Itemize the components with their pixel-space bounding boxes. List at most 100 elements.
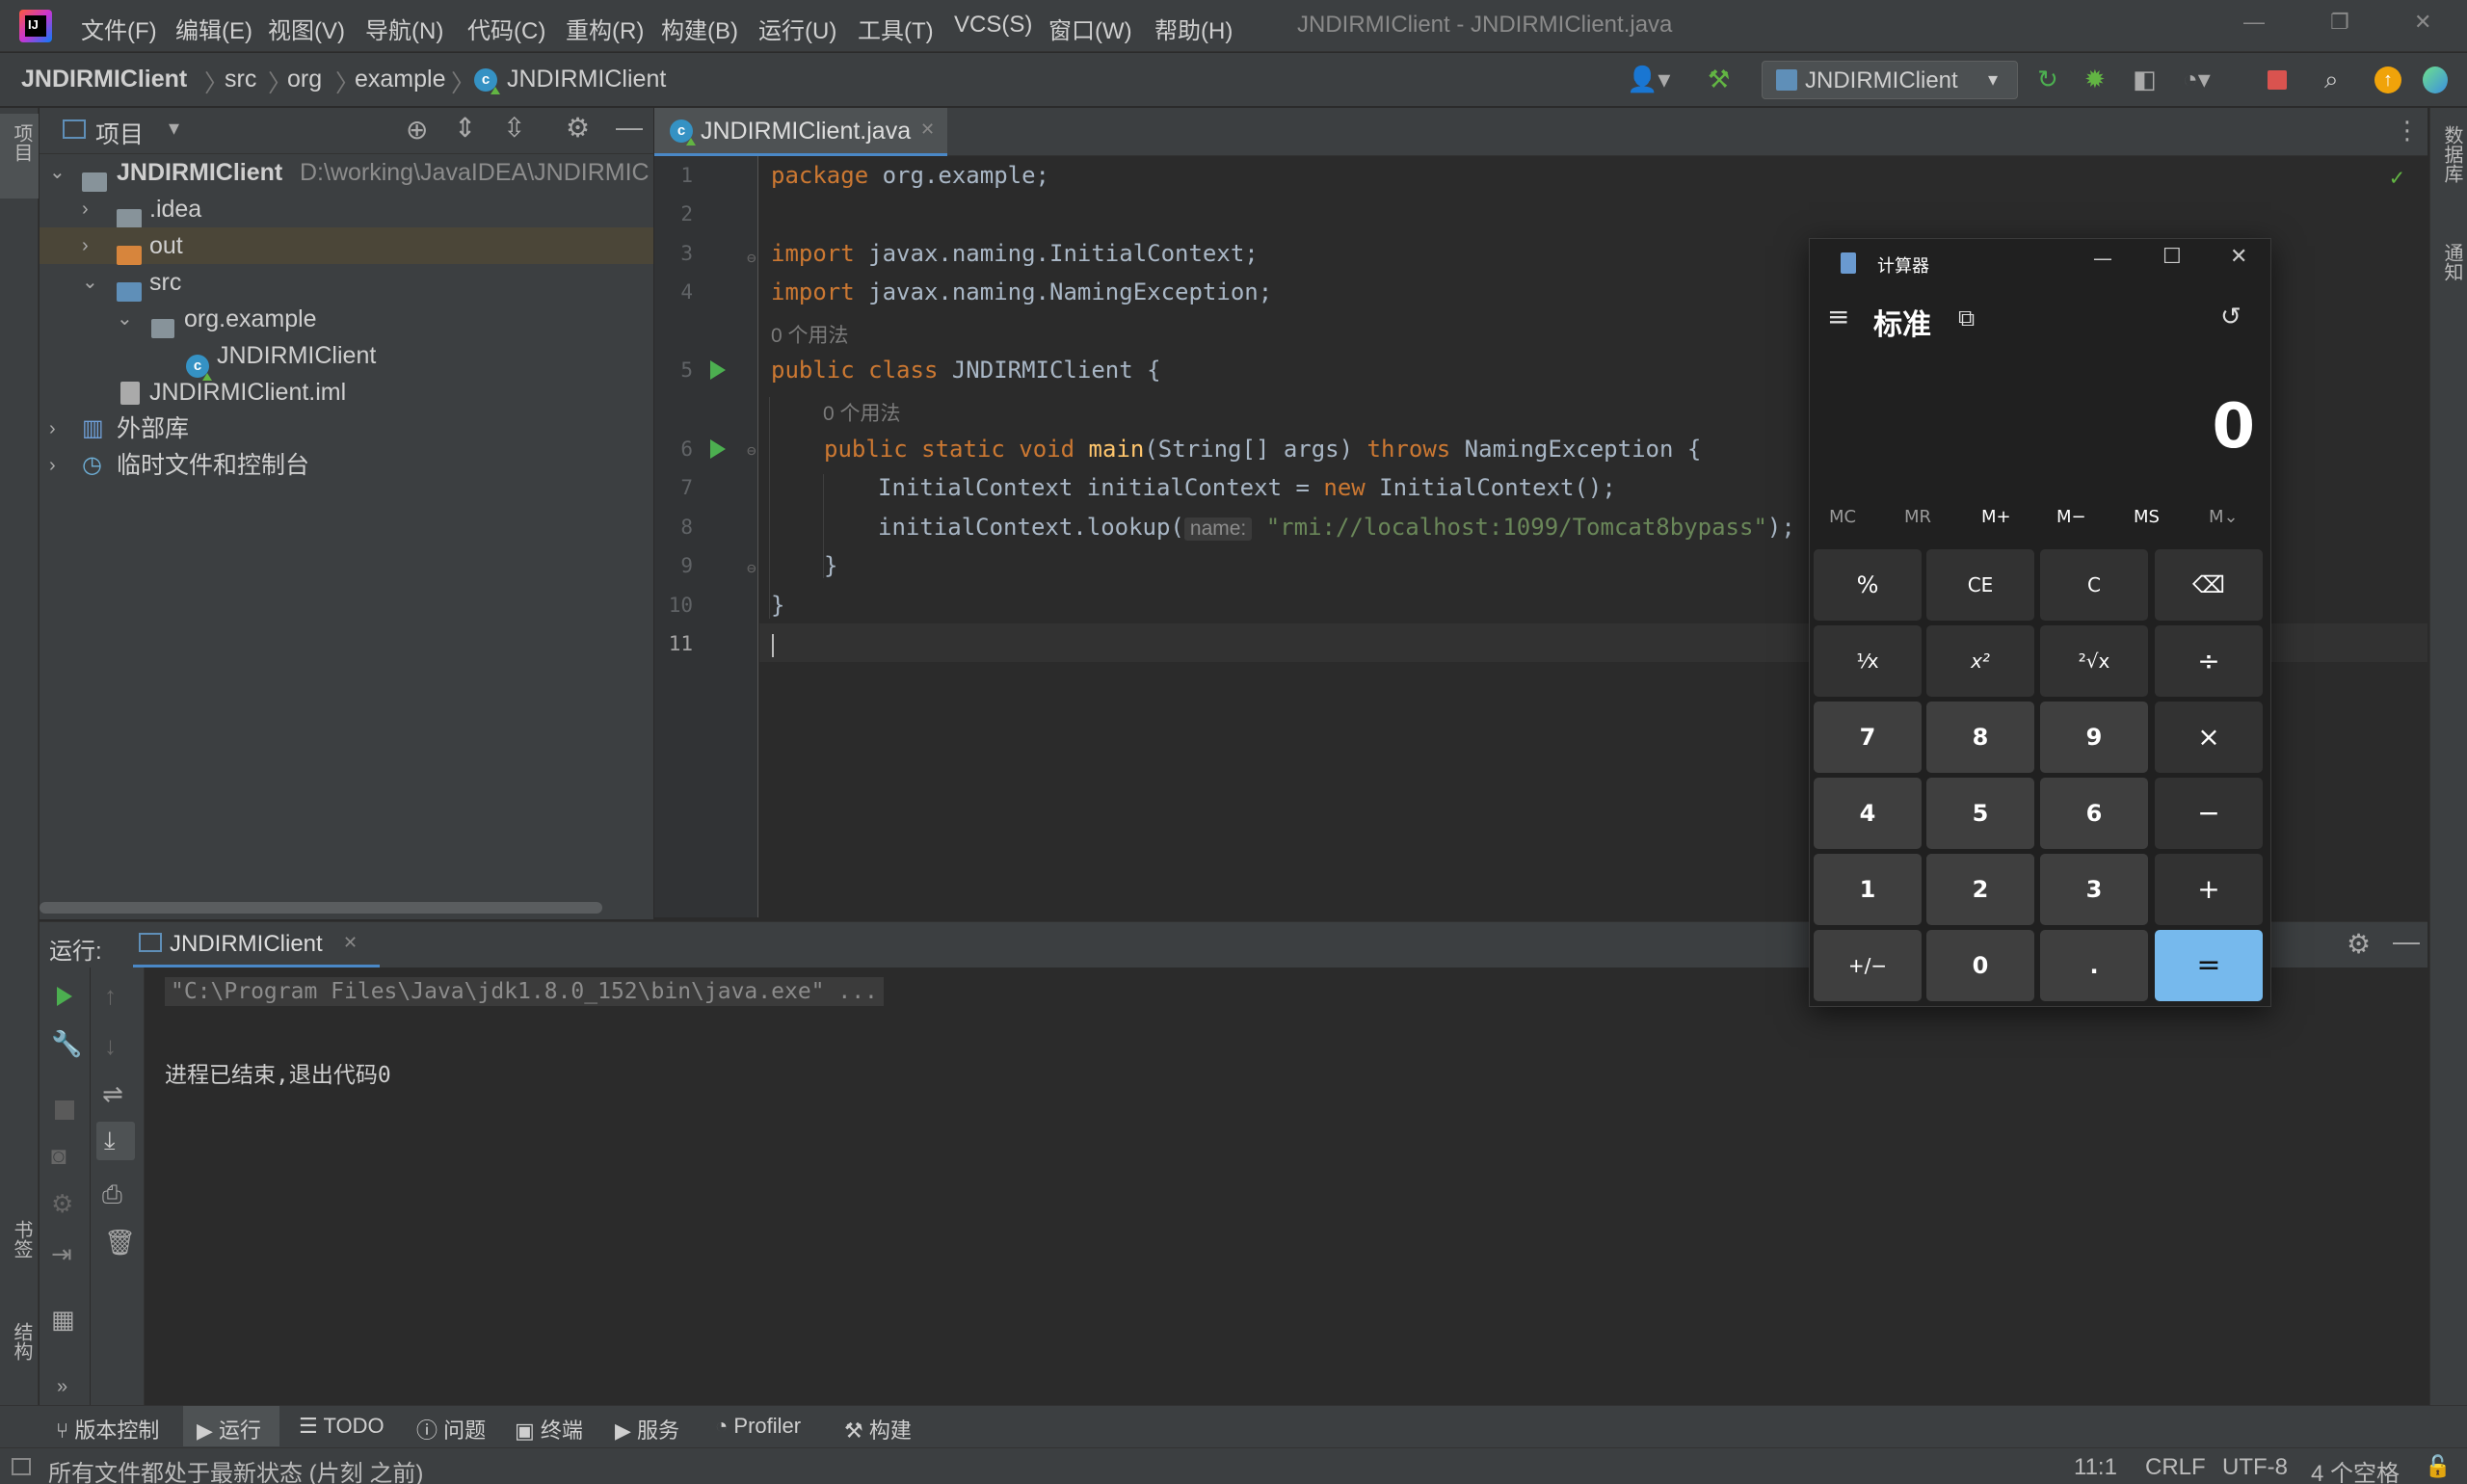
tree-item-iml[interactable]: JNDIRMIClient.iml (40, 374, 653, 411)
menu-vcs[interactable]: VCS(S) (954, 12, 1032, 39)
fold-icon[interactable]: ⊖ (747, 441, 756, 460)
line-separator[interactable]: CRLF (2145, 1454, 2206, 1481)
collapse-all-icon[interactable]: ⇳ (503, 112, 525, 144)
chevron-down-icon[interactable]: ⌄ (49, 154, 66, 191)
backspace-button[interactable]: ⌫ (2155, 549, 2263, 621)
breadcrumb-example[interactable]: example (355, 66, 446, 93)
user-icon[interactable]: 👤▾ (1627, 65, 1670, 94)
tree-item-src[interactable]: ⌄ src (40, 264, 653, 303)
equals-button[interactable]: = (2155, 930, 2263, 1001)
run-configuration-select[interactable]: JNDIRMIClient ▾ (1762, 61, 2018, 99)
add-button[interactable]: + (2155, 854, 2263, 925)
menu-window[interactable]: 窗口(W) (1048, 12, 1132, 45)
chevron-down-icon[interactable]: ⌄ (117, 301, 133, 337)
tree-item-external-libraries[interactable]: › ▥ 外部库 (40, 411, 653, 447)
digit-9-button[interactable]: 9 (2040, 702, 2148, 773)
gear-icon[interactable]: ⚙ (2347, 928, 2371, 960)
indent-setting[interactable]: 4 个空格 (2311, 1454, 2400, 1484)
tool-services[interactable]: ▶ 服务 (615, 1414, 679, 1444)
calculator-window[interactable]: 计算器 — ☐ ✕ ≡ 标准 ⧉ ↺ 0 MC MR M+ M− MS M⌄ %… (1809, 238, 2271, 1007)
clear-button[interactable]: C (2040, 549, 2148, 621)
chevron-right-icon[interactable]: › (49, 447, 56, 484)
status-panel-icon[interactable] (12, 1458, 31, 1475)
print-icon[interactable]: ⎙ (102, 1179, 122, 1210)
menu-navigate[interactable]: 导航(N) (365, 12, 443, 45)
breadcrumb-class[interactable]: JNDIRMIClient (507, 66, 666, 93)
profile-icon[interactable]: ◔▾ (2183, 65, 2211, 94)
keep-on-top-icon[interactable]: ⧉ (1958, 305, 1975, 331)
divide-button[interactable]: ÷ (2155, 625, 2263, 697)
soft-wrap-icon[interactable]: ⇌ (102, 1079, 123, 1109)
menu-view[interactable]: 视图(V) (268, 12, 345, 45)
horizontal-scrollbar[interactable] (40, 902, 602, 914)
tool-problems[interactable]: ⓘ 问题 (416, 1414, 486, 1444)
tree-item-scratches[interactable]: › ◷ 临时文件和控制台 (40, 447, 653, 484)
status-message[interactable]: 所有文件都处于最新状态 (片刻 之前) (48, 1454, 423, 1484)
wrench-icon[interactable]: 🔧 (51, 1029, 82, 1059)
debug-bug-icon[interactable]: ✹ (2084, 65, 2106, 94)
decimal-button[interactable]: . (2040, 930, 2148, 1001)
editor-tab[interactable]: c JNDIRMIClient.java ✕ (654, 108, 947, 156)
project-panel-title[interactable]: 项目 (95, 116, 144, 150)
menu-refactor[interactable]: 重构(R) (566, 12, 644, 45)
multiply-button[interactable]: × (2155, 702, 2263, 773)
bookmarks-tool-label[interactable]: 书签 (8, 1220, 36, 1259)
run-tab[interactable]: JNDIRMIClient ✕ (133, 921, 380, 967)
restore-icon[interactable]: ❐ (2330, 10, 2349, 35)
menu-code[interactable]: 代码(C) (467, 12, 545, 45)
run-main-icon[interactable] (710, 439, 726, 459)
exit-icon[interactable]: ⇥ (51, 1239, 72, 1269)
hide-panel-icon[interactable]: — (2393, 926, 2420, 957)
memory-clear-button[interactable]: MC (1829, 507, 1856, 527)
menu-build[interactable]: 构建(B) (661, 12, 738, 45)
square-root-button[interactable]: ²√x (2040, 625, 2148, 697)
rerun-icon[interactable]: ↻ (2037, 65, 2058, 94)
coverage-icon[interactable]: ◧ (2133, 65, 2157, 94)
build-hammer-icon[interactable]: ⚒ (1708, 65, 1730, 94)
percent-button[interactable]: % (1814, 549, 1922, 621)
digit-8-button[interactable]: 8 (1926, 702, 2034, 773)
digit-6-button[interactable]: 6 (2040, 778, 2148, 849)
expand-all-icon[interactable]: ⇕ (454, 112, 476, 144)
negate-button[interactable]: +/− (1814, 930, 1922, 1001)
rerun-icon[interactable] (57, 987, 72, 1006)
memory-list-button[interactable]: M⌄ (2209, 507, 2239, 527)
tree-item-package[interactable]: ⌄ org.example (40, 301, 653, 339)
digit-7-button[interactable]: 7 (1814, 702, 1922, 773)
notifications-tool-label[interactable]: 通知 (2438, 243, 2466, 281)
structure-tool-label[interactable]: 结构 (8, 1322, 36, 1361)
memory-recall-button[interactable]: MR (1904, 507, 1931, 527)
calc-minimize-icon[interactable]: — (2093, 247, 2112, 270)
close-icon[interactable]: ✕ (2414, 10, 2431, 35)
tool-run[interactable]: ▶ 运行 (197, 1414, 261, 1444)
inspection-ok-icon[interactable]: ✓ (2390, 164, 2403, 191)
memory-store-button[interactable]: MS (2134, 507, 2160, 527)
chevron-down-icon[interactable]: ▾ (169, 116, 179, 141)
tree-item-idea[interactable]: › .idea (40, 191, 653, 229)
subtract-button[interactable]: − (2155, 778, 2263, 849)
fold-icon[interactable]: ⊖ (747, 249, 756, 267)
menu-run[interactable]: 运行(U) (758, 12, 836, 45)
digit-0-button[interactable]: 0 (1926, 930, 2034, 1001)
digit-4-button[interactable]: 4 (1814, 778, 1922, 849)
more-options-icon[interactable]: ⋮ (2395, 116, 2420, 146)
search-icon[interactable]: ⌕ (2324, 65, 2339, 95)
calc-close-icon[interactable]: ✕ (2230, 245, 2247, 269)
arrow-down-icon[interactable]: ↓ (104, 1031, 117, 1061)
square-button[interactable]: x² (1926, 625, 2034, 697)
digit-1-button[interactable]: 1 (1814, 854, 1922, 925)
menu-help[interactable]: 帮助(H) (1154, 12, 1233, 45)
menu-file[interactable]: 文件(F) (81, 12, 157, 45)
run-class-icon[interactable] (710, 360, 726, 380)
breadcrumb-org[interactable]: org (287, 66, 322, 93)
file-encoding[interactable]: UTF-8 (2222, 1454, 2288, 1481)
reciprocal-button[interactable]: ¹⁄x (1814, 625, 1922, 697)
stop-icon[interactable] (2268, 70, 2287, 90)
minimize-icon[interactable]: — (2243, 10, 2265, 35)
console-command-line[interactable]: "C:\Program Files\Java\jdk1.8.0_152\bin\… (165, 977, 884, 1006)
usage-hint[interactable]: 0 个用法 (823, 398, 901, 427)
tool-terminal[interactable]: ▣ 终端 (515, 1414, 583, 1444)
database-tool-label[interactable]: 数据库 (2438, 125, 2466, 183)
chevron-right-icon[interactable]: › (49, 411, 56, 447)
clear-entry-button[interactable]: CE (1926, 549, 2034, 621)
